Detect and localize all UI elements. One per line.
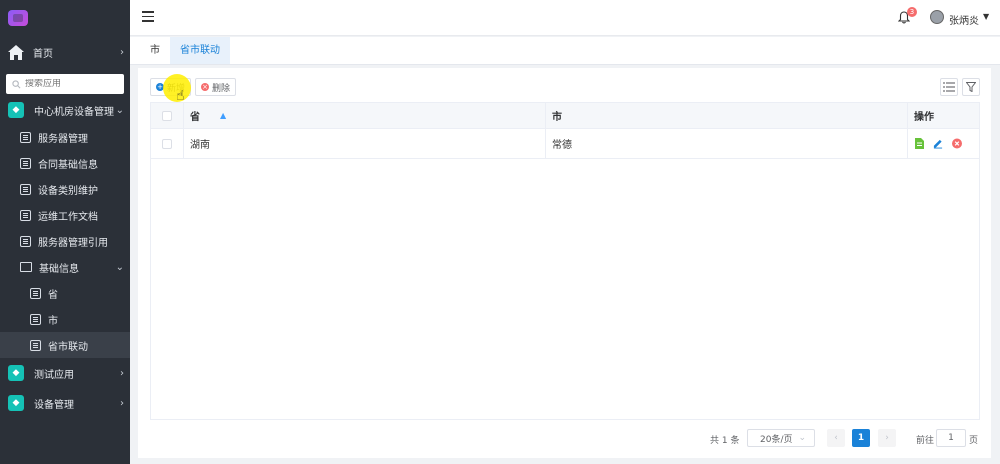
list-icon — [20, 235, 31, 247]
chevron-right-icon: › — [120, 46, 124, 58]
logo[interactable] — [0, 0, 130, 36]
column-header-actions: 操作 — [908, 103, 979, 128]
sidebar-item-label: 中心机房设备管理 — [34, 106, 114, 118]
list-icon — [30, 339, 41, 351]
sidebar-item-province-city[interactable]: 省市联动 — [0, 332, 130, 358]
sidebar-item-province[interactable]: 省 — [0, 280, 130, 306]
table-header: 省 ▲ 市 操作 — [151, 103, 979, 129]
page-suffix: 页 — [969, 436, 979, 446]
column-list-button[interactable] — [940, 78, 958, 96]
folder-icon — [20, 262, 32, 272]
row-checkbox[interactable] — [162, 138, 172, 149]
sidebar: 首页 › ◆ 中心机房设备管理 ⌄ 服务器管理 合同基础信息 设备类别维护 运维… — [0, 0, 130, 464]
list-icon — [20, 209, 31, 221]
sort-ascending-icon[interactable]: ▲ — [220, 111, 226, 120]
chevron-down-icon: ⌄ — [798, 433, 807, 443]
tab-bar: 市 省市联动 — [130, 37, 1000, 65]
filter-icon — [966, 82, 976, 92]
page-size-select[interactable]: 20条/页 ⌄ — [747, 429, 815, 447]
sidebar-item-label: 基础信息 — [39, 263, 79, 275]
cube-icon: ◆ — [8, 102, 24, 118]
row-checkbox-cell — [151, 129, 184, 158]
top-header: 3 张炳炎 ▼ — [130, 0, 1000, 36]
delete-button-label: 删除 — [212, 83, 231, 94]
sidebar-item-server-management[interactable]: 服务器管理 — [0, 124, 130, 150]
prev-page-button[interactable]: ‹ — [827, 429, 845, 447]
sidebar-item-city[interactable]: 市 — [0, 306, 130, 332]
search-icon — [12, 79, 21, 88]
sidebar-item-label: 首页 — [33, 48, 53, 60]
table-row[interactable]: 湖南 常德 — [151, 129, 979, 159]
sidebar-item-label: 服务器管理 — [38, 133, 88, 145]
avatar[interactable] — [930, 10, 944, 24]
caret-down-icon[interactable]: ▼ — [983, 12, 989, 21]
list-icon — [20, 157, 31, 169]
sidebar-item-home[interactable]: 首页 › — [0, 36, 130, 68]
header-checkbox-cell — [151, 103, 184, 128]
search-input[interactable] — [25, 79, 120, 89]
sidebar-item-server-ref[interactable]: 服务器管理引用 — [0, 228, 130, 254]
cell-actions — [908, 129, 979, 158]
sidebar-item-label: 运维工作文档 — [38, 211, 98, 223]
chevron-down-icon: ⌄ — [115, 104, 124, 116]
cube-icon: ◆ — [8, 395, 24, 411]
sidebar-item-label: 服务器管理引用 — [38, 237, 108, 249]
goto-label: 前往 — [916, 436, 935, 446]
page-number-current[interactable]: 1 — [852, 429, 870, 447]
tab-province-city[interactable]: 省市联动 — [170, 37, 230, 64]
sidebar-item-label: 省 — [48, 289, 58, 301]
sidebar-item-contract-info[interactable]: 合同基础信息 — [0, 150, 130, 176]
column-label: 操作 — [914, 112, 934, 123]
column-header-province[interactable]: 省 ▲ — [184, 103, 546, 128]
column-header-city[interactable]: 市 — [546, 103, 908, 128]
sidebar-item-label: 合同基础信息 — [38, 159, 98, 171]
next-page-button[interactable]: › — [878, 429, 896, 447]
goto-page-input[interactable]: 1 — [936, 429, 966, 447]
list-icon — [20, 183, 31, 195]
app-logo-icon — [8, 10, 28, 26]
delete-button[interactable]: × 删除 — [195, 78, 237, 96]
sidebar-item-label: 市 — [48, 315, 58, 327]
list-icon — [30, 313, 41, 325]
filter-button[interactable] — [962, 78, 980, 96]
tab-city[interactable]: 市 — [140, 37, 170, 64]
cell-city: 常德 — [546, 129, 908, 158]
sidebar-item-datacenter[interactable]: ◆ 中心机房设备管理 ⌄ — [0, 96, 130, 124]
chevron-right-icon: › — [120, 397, 124, 409]
cube-icon: ◆ — [8, 365, 24, 381]
list-icon — [30, 287, 41, 299]
select-all-checkbox[interactable] — [162, 110, 172, 121]
chevron-down-icon: ⌄ — [115, 261, 124, 273]
sidebar-item-label: 省市联动 — [48, 341, 88, 353]
list-icon — [943, 82, 955, 92]
document-icon[interactable] — [914, 138, 924, 149]
column-label: 市 — [552, 112, 562, 123]
sidebar-item-device-category[interactable]: 设备类别维护 — [0, 176, 130, 202]
column-label: 省 — [190, 112, 200, 123]
username[interactable]: 张炳炎 — [949, 12, 979, 27]
sidebar-item-label: 设备类别维护 — [38, 185, 98, 197]
sidebar-item-ops-docs[interactable]: 运维工作文档 — [0, 202, 130, 228]
sidebar-item-test-app[interactable]: ◆ 测试应用 › — [0, 358, 130, 388]
chevron-right-icon: › — [120, 367, 124, 379]
close-circle-icon: × — [201, 83, 209, 91]
notification-badge: 3 — [907, 7, 917, 17]
home-icon — [8, 44, 24, 60]
page-size-value: 20条/页 — [760, 434, 793, 445]
pagination-total: 共 1 条 — [710, 436, 740, 446]
sidebar-item-basic-info[interactable]: 基础信息 ⌄ — [0, 254, 130, 280]
search-box[interactable] — [6, 74, 124, 94]
menu-toggle-icon[interactable] — [142, 11, 154, 23]
delete-icon[interactable] — [952, 138, 962, 149]
sidebar-item-label: 测试应用 — [34, 369, 74, 381]
data-table: 省 ▲ 市 操作 湖南 常德 — [150, 102, 980, 420]
sidebar-item-label: 设备管理 — [34, 399, 74, 411]
sidebar-item-device-management[interactable]: ◆ 设备管理 › — [0, 388, 130, 418]
edit-icon[interactable] — [933, 139, 943, 149]
sidebar-search — [0, 68, 130, 96]
main-content: + 新增 ☝ × 删除 省 ▲ 市 操作 — [138, 68, 991, 458]
list-icon — [20, 131, 31, 143]
cell-province: 湖南 — [184, 129, 546, 158]
